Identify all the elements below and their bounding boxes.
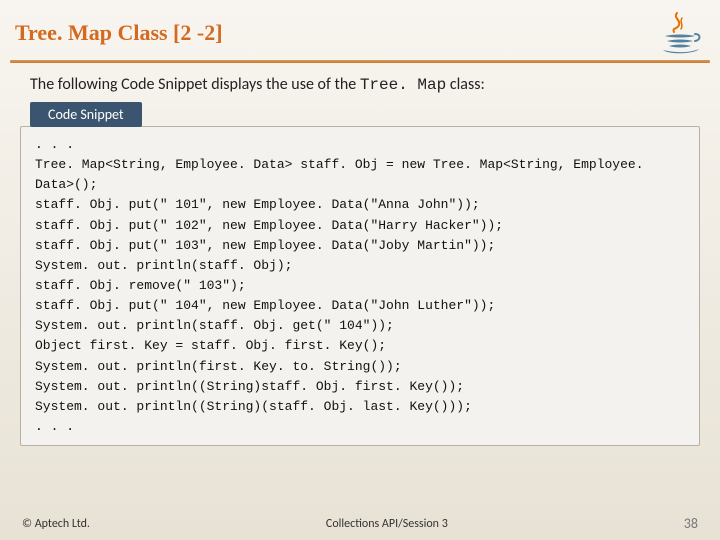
code-line: Tree. Map<String, Employee. Data> staff.… xyxy=(35,155,687,195)
code-line: System. out. println((String)(staff. Obj… xyxy=(35,397,687,417)
intro-suffix: class: xyxy=(446,75,485,94)
snippet-label: Code Snippet xyxy=(30,102,142,127)
code-line: System. out. println((String)staff. Obj.… xyxy=(35,377,687,397)
code-line: System. out. println(staff. Obj. get(" 1… xyxy=(35,316,687,336)
code-line: staff. Obj. put(" 103", new Employee. Da… xyxy=(35,236,687,256)
slide-number: 38 xyxy=(684,515,698,532)
java-logo-icon xyxy=(655,10,705,55)
footer-copyright: © Aptech Ltd. xyxy=(22,517,90,531)
code-line: System. out. println(first. Key. to. Str… xyxy=(35,357,687,377)
intro-prefix: The following Code Snippet displays the … xyxy=(30,75,360,94)
code-line: staff. Obj. remove(" 103"); xyxy=(35,276,687,296)
intro-text: The following Code Snippet displays the … xyxy=(0,71,720,102)
title-underline xyxy=(10,60,710,63)
code-line: System. out. println(staff. Obj); xyxy=(35,256,687,276)
slide-title: Tree. Map Class [2 -2] xyxy=(15,20,223,46)
code-snippet-section: Code Snippet . . . Tree. Map<String, Emp… xyxy=(20,102,700,446)
code-line: . . . xyxy=(35,135,687,155)
footer-session: Collections API/Session 3 xyxy=(326,517,448,531)
intro-classname: Tree. Map xyxy=(360,76,446,94)
code-box: . . . Tree. Map<String, Employee. Data> … xyxy=(20,126,700,446)
footer: © Aptech Ltd. Collections API/Session 3 … xyxy=(0,515,720,532)
code-line: staff. Obj. put(" 102", new Employee. Da… xyxy=(35,216,687,236)
code-line: . . . xyxy=(35,417,687,437)
code-line: Object first. Key = staff. Obj. first. K… xyxy=(35,336,687,356)
title-bar: Tree. Map Class [2 -2] xyxy=(0,0,720,60)
code-line: staff. Obj. put(" 104", new Employee. Da… xyxy=(35,296,687,316)
code-line: staff. Obj. put(" 101", new Employee. Da… xyxy=(35,195,687,215)
